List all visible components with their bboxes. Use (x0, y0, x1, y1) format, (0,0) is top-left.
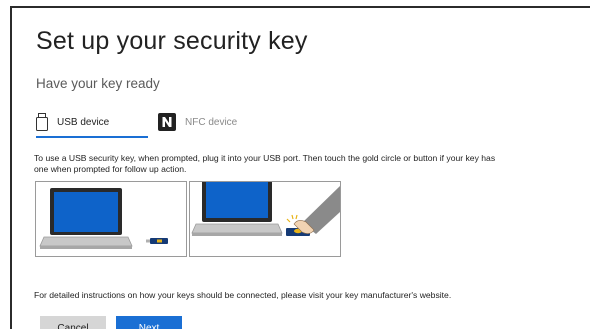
footer-help-text: For detailed instructions on how your ke… (34, 290, 452, 300)
laptop-with-usb-key-icon (39, 188, 168, 249)
instructions-text: To use a USB security key, when prompted… (34, 153, 590, 175)
illustration-plug-in-key (35, 181, 187, 257)
usb-key-icon (36, 113, 48, 131)
security-key-dialog: Set up your security key Have your key r… (10, 6, 590, 329)
finger-touching-key-icon (191, 182, 340, 236)
page-subtitle: Have your key ready (36, 76, 160, 91)
tab-usb-device[interactable]: USB device (36, 108, 148, 138)
cancel-button[interactable]: Cancel (40, 316, 106, 329)
tab-nfc-label: NFC device (185, 116, 238, 128)
page-title: Set up your security key (36, 27, 308, 55)
illustration-touch-key (189, 181, 341, 257)
tab-nfc-device[interactable]: NFC device (158, 108, 268, 136)
tab-usb-label: USB device (57, 116, 110, 128)
nfc-icon (158, 113, 176, 131)
next-button[interactable]: Next (116, 316, 182, 329)
instructions-line-2: one when prompted for follow up action. (34, 164, 187, 174)
instructions-line-1: To use a USB security key, when prompted… (34, 153, 496, 163)
